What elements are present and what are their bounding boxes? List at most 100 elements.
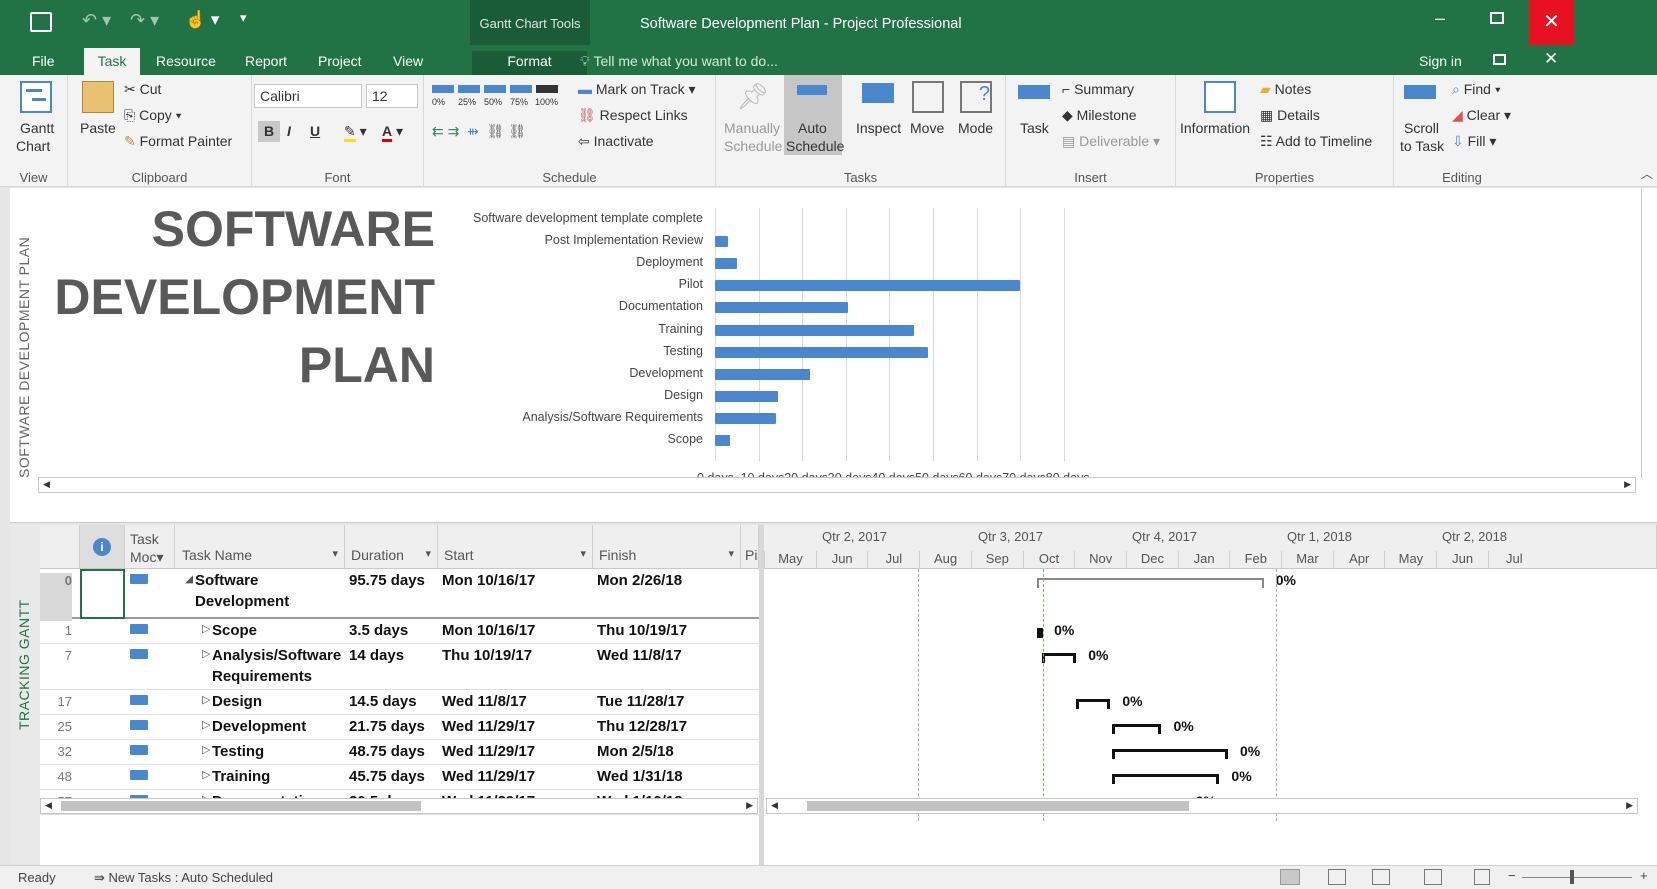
minimize-icon[interactable]: –: [1435, 8, 1445, 29]
task-name[interactable]: Scope: [212, 622, 257, 639]
scroll-thumb[interactable]: [61, 801, 421, 811]
task-start[interactable]: Wed 11/29/17: [442, 768, 535, 785]
find-button[interactable]: ⌕ Find ▾: [1452, 81, 1501, 98]
percent-0-icon[interactable]: [432, 85, 454, 93]
auto-schedule-button[interactable]: Auto Schedule: [784, 75, 844, 155]
selected-cell[interactable]: [80, 569, 125, 619]
font-family-select[interactable]: Calibri: [254, 84, 362, 108]
resource-sheet-shortcut-icon[interactable]: [1424, 869, 1442, 885]
report-horizontal-scrollbar[interactable]: ◀ ▶: [38, 477, 1636, 493]
collapse-ribbon-icon[interactable]: ︿: [1641, 165, 1653, 182]
highlight-color-button[interactable]: ✎ ▾: [344, 123, 367, 142]
task-finish[interactable]: Mon 2/5/18: [597, 743, 674, 760]
tab-file[interactable]: File: [24, 51, 63, 75]
tab-task[interactable]: Task: [84, 48, 140, 75]
chevron-down-icon[interactable]: ▾: [425, 547, 431, 560]
task-start[interactable]: Mon 10/16/17: [442, 572, 535, 589]
task-bar[interactable]: [1112, 774, 1220, 784]
task-duration[interactable]: 21.75 days: [349, 718, 425, 735]
format-painter-button[interactable]: ✎ Format Painter: [124, 133, 232, 150]
task-finish[interactable]: Tue 11/28/17: [597, 693, 684, 710]
details-button[interactable]: ▦ Details: [1260, 107, 1320, 124]
expand-icon[interactable]: ▷: [202, 718, 210, 731]
font-color-button[interactable]: A ▾: [382, 123, 403, 142]
sign-in-link[interactable]: Sign in: [1419, 53, 1462, 69]
bold-button[interactable]: B: [258, 121, 281, 142]
close-document-icon[interactable]: ✕: [1544, 49, 1558, 69]
zoom-out-icon[interactable]: −: [1508, 868, 1516, 883]
task-duration[interactable]: 48.75 days: [349, 743, 425, 760]
clear-button[interactable]: ◢ Clear ▾: [1452, 107, 1511, 124]
indicators-header[interactable]: i: [80, 525, 125, 569]
predecessors-header[interactable]: Pi: [741, 525, 759, 569]
collapse-icon[interactable]: ◢: [185, 572, 193, 585]
gantt-view-shortcut-icon[interactable]: [1280, 869, 1300, 885]
percent-100-icon[interactable]: [536, 85, 558, 93]
tab-project[interactable]: Project: [310, 51, 370, 75]
task-finish[interactable]: Wed 11/8/17: [597, 647, 682, 664]
tab-report[interactable]: Report: [237, 51, 295, 75]
finish-header[interactable]: Finish ▾: [593, 525, 741, 569]
expand-icon[interactable]: ▷: [202, 693, 210, 706]
scroll-left-icon[interactable]: ◀: [45, 800, 52, 811]
task-bar[interactable]: [1042, 653, 1077, 663]
paste-button[interactable]: Paste: [80, 120, 116, 137]
task-finish[interactable]: Mon 2/26/18: [597, 572, 682, 589]
gantt-chart-button[interactable]: Gantt: [20, 120, 54, 137]
task-name[interactable]: Software: [195, 572, 258, 589]
insert-task-button[interactable]: Task: [1020, 120, 1049, 137]
redo-icon[interactable]: ↷ ▾: [130, 10, 159, 31]
zoom-in-icon[interactable]: +: [1640, 868, 1648, 883]
underline-button[interactable]: U: [310, 123, 320, 140]
task-bar[interactable]: [1112, 749, 1228, 759]
scroll-right-icon[interactable]: ▶: [1624, 479, 1631, 490]
fill-button[interactable]: ⇩ Fill ▾: [1452, 133, 1496, 150]
percent-25-icon[interactable]: [458, 85, 480, 93]
task-start[interactable]: Wed 11/29/17: [442, 743, 535, 760]
zoom-slider[interactable]: [1522, 877, 1632, 878]
task-finish[interactable]: Wed 1/31/18: [597, 768, 683, 785]
team-planner-shortcut-icon[interactable]: [1372, 869, 1390, 885]
scroll-thumb[interactable]: [807, 801, 1189, 811]
task-name[interactable]: Analysis/Software: [212, 647, 341, 664]
summary-button[interactable]: ⌐ Summary: [1062, 81, 1134, 98]
font-size-select[interactable]: 12: [366, 84, 418, 108]
manually-schedule-button[interactable]: Manually: [724, 120, 780, 137]
task-bar[interactable]: [1076, 699, 1111, 709]
table-horizontal-scrollbar[interactable]: ◀ ▶: [40, 798, 758, 814]
chevron-down-icon[interactable]: ▾: [728, 547, 734, 560]
expand-icon[interactable]: ▷: [202, 768, 210, 781]
task-mode-header[interactable]: Task Moc▾: [125, 525, 175, 569]
task-name-header[interactable]: Task Name ▾: [175, 525, 345, 569]
inactivate-button[interactable]: ⇦ Inactivate: [578, 133, 654, 150]
mark-on-track-button[interactable]: ▬ Mark on Track ▾: [578, 81, 696, 98]
ribbon-display-options-icon[interactable]: [1493, 54, 1506, 65]
copy-button[interactable]: ⎘ Copy ▾: [124, 107, 182, 124]
task-duration[interactable]: 14 days: [349, 647, 404, 664]
tab-view[interactable]: View: [385, 51, 431, 75]
mode-button[interactable]: Mode: [958, 120, 993, 137]
task-duration[interactable]: 95.75 days: [349, 572, 425, 589]
inspect-button[interactable]: Inspect: [856, 120, 901, 137]
gantt-chart-icon[interactable]: [20, 81, 52, 113]
percent-50-icon[interactable]: [484, 85, 506, 93]
cut-button[interactable]: ✂ Cut: [124, 81, 161, 98]
chevron-down-icon[interactable]: ▾: [332, 547, 338, 560]
move-button[interactable]: Move: [910, 120, 944, 137]
respect-links-button[interactable]: ⛓ Respect Links: [578, 107, 688, 124]
task-name-line2[interactable]: Development: [195, 593, 289, 610]
scroll-left-icon[interactable]: ◀: [43, 479, 50, 490]
chevron-down-icon[interactable]: ▾: [580, 547, 586, 560]
scroll-to-task-button[interactable]: Scroll: [1404, 120, 1439, 137]
notes-button[interactable]: ▰ Notes: [1260, 81, 1311, 98]
task-finish[interactable]: Thu 12/28/17: [597, 718, 687, 735]
information-button[interactable]: Information: [1180, 120, 1250, 137]
expand-icon[interactable]: ▷: [202, 647, 210, 660]
task-name-line2[interactable]: Requirements: [212, 668, 312, 685]
tab-resource[interactable]: Resource: [148, 51, 224, 75]
expand-icon[interactable]: ▷: [202, 622, 210, 635]
deliverable-button[interactable]: ▤ Deliverable ▾: [1062, 133, 1160, 150]
scroll-left-icon[interactable]: ◀: [771, 800, 778, 811]
task-start[interactable]: Mon 10/16/17: [442, 622, 535, 639]
duration-header[interactable]: Duration ▾: [345, 525, 438, 569]
